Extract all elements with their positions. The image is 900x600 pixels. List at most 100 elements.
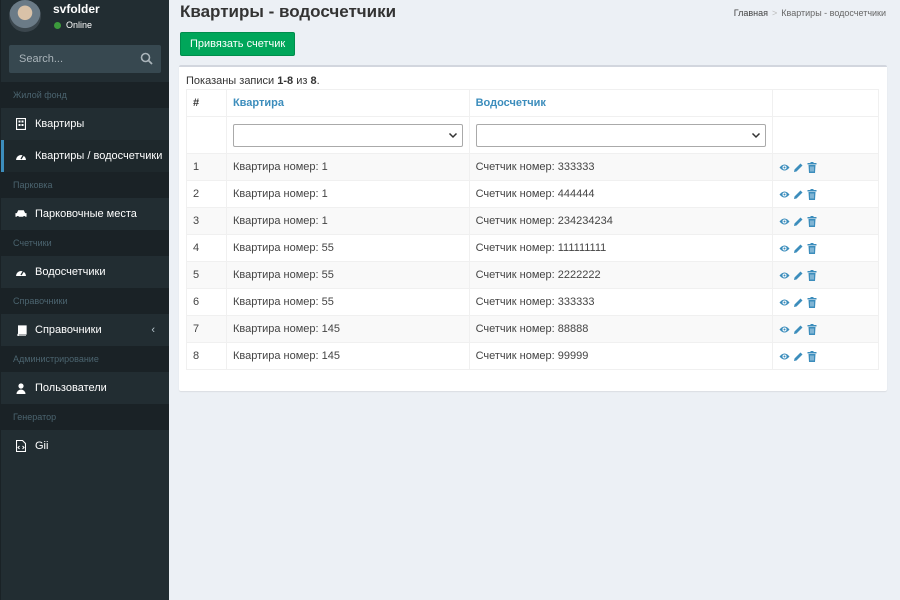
sidebar-search [9, 45, 161, 73]
table-row: 8 Квартира номер: 145 Счетчик номер: 99999 [186, 342, 879, 370]
sidebar-item-gii[interactable]: Gii [1, 430, 169, 462]
eye-icon[interactable] [779, 189, 790, 200]
sidebar-item-label: Квартиры / водосчетчики [35, 150, 163, 162]
sidebar-menu: Жилой фонд Квартиры Квартиры / водосчетч… [1, 82, 169, 462]
row-meter: Счетчик номер: 333333 [468, 288, 774, 316]
table-row: 2 Квартира номер: 1 Счетчик номер: 444444 [186, 180, 879, 208]
user-icon [15, 382, 27, 394]
row-actions [772, 288, 879, 316]
row-meter: Счетчик номер: 99999 [468, 342, 774, 370]
sidebar-item-flats-meters[interactable]: Квартиры / водосчетчики [1, 140, 169, 172]
table-filter-row [186, 116, 879, 154]
sidebar-item-label: Пользователи [35, 382, 107, 394]
breadcrumb-separator: > [772, 8, 778, 18]
pencil-icon[interactable] [793, 216, 804, 227]
eye-icon[interactable] [779, 351, 790, 362]
trash-icon[interactable] [807, 242, 818, 254]
row-flat: Квартира номер: 145 [225, 342, 470, 370]
sidebar-item-label: Водосчетчики [35, 266, 106, 278]
row-actions [772, 342, 879, 370]
row-actions [772, 261, 879, 289]
book-icon [15, 324, 27, 336]
user-name: svfolder [53, 2, 100, 16]
row-actions [772, 180, 879, 208]
row-num: 2 [186, 180, 227, 208]
page-title: Квартиры - водосчетчики [180, 2, 397, 21]
grid-box: Показаны записи 1-8 из 8. # Квартира Вод… [179, 65, 887, 391]
menu-header-parking: Парковка [1, 172, 169, 198]
column-header-num: # [186, 89, 227, 117]
table-row: 5 Квартира номер: 55 Счетчик номер: 222222… [186, 261, 879, 289]
row-num: 4 [186, 234, 227, 262]
user-status: Online [54, 20, 92, 30]
row-flat: Квартира номер: 55 [225, 234, 470, 262]
row-actions [772, 207, 879, 235]
trash-icon[interactable] [807, 323, 818, 335]
sidebar-item-label: Парковочные места [35, 208, 137, 220]
menu-header-admin: Администрирование [1, 346, 169, 372]
breadcrumb-current: Квартиры - водосчетчики [781, 8, 886, 18]
chevron-down-icon [751, 130, 761, 140]
meter-filter-select[interactable] [475, 123, 767, 147]
user-status-label: Online [66, 20, 93, 30]
row-flat: Квартира номер: 145 [225, 315, 470, 343]
sidebar: svfolder Online Жилой фонд Квартиры Квар… [0, 0, 169, 600]
data-table: # Квартира Водосчетчик 1 Квартира номер:… [186, 89, 879, 370]
column-header-actions [772, 89, 879, 117]
breadcrumb: Главная > Квартиры - водосчетчики [734, 8, 886, 18]
online-dot-icon [54, 21, 61, 29]
column-header-flat[interactable]: Квартира [225, 89, 470, 117]
table-row: 1 Квартира номер: 1 Счетчик номер: 333333 [186, 153, 879, 181]
menu-header-generator: Генератор [1, 404, 169, 430]
tachometer-icon [15, 266, 27, 278]
table-row: 3 Квартира номер: 1 Счетчик номер: 2342342… [186, 207, 879, 235]
eye-icon[interactable] [779, 243, 790, 254]
row-meter: Счетчик номер: 234234234 [468, 207, 774, 235]
row-meter: Счетчик номер: 111111111 [468, 234, 774, 262]
row-num: 7 [186, 315, 227, 343]
sidebar-item-parking[interactable]: Парковочные места [1, 198, 169, 230]
column-header-meter[interactable]: Водосчетчик [468, 89, 774, 117]
sidebar-item-users[interactable]: Пользователи [1, 372, 169, 404]
trash-icon[interactable] [807, 350, 818, 362]
row-flat: Квартира номер: 1 [225, 180, 470, 208]
search-icon[interactable] [139, 51, 155, 67]
sort-flat-link[interactable]: Квартира [233, 97, 284, 109]
bind-meter-button[interactable]: Привязать счетчик [180, 32, 296, 56]
pencil-icon[interactable] [793, 243, 804, 254]
row-flat: Квартира номер: 1 [225, 207, 470, 235]
eye-icon[interactable] [779, 162, 790, 173]
menu-header-refs: Справочники [1, 288, 169, 314]
sidebar-item-flats[interactable]: Квартиры [1, 108, 169, 140]
menu-header-housing: Жилой фонд [1, 82, 169, 108]
trash-icon[interactable] [807, 215, 818, 227]
eye-icon[interactable] [779, 324, 790, 335]
pencil-icon[interactable] [793, 162, 804, 173]
row-meter: Счетчик номер: 333333 [468, 153, 774, 181]
table-row: 6 Квартира номер: 55 Счетчик номер: 333333 [186, 288, 879, 316]
chevron-left-icon: ‹ [151, 324, 155, 336]
pencil-icon[interactable] [793, 189, 804, 200]
table-header-row: # Квартира Водосчетчик [186, 89, 879, 117]
eye-icon[interactable] [779, 270, 790, 281]
breadcrumb-home-link[interactable]: Главная [734, 8, 768, 18]
row-num: 6 [186, 288, 227, 316]
pencil-icon[interactable] [793, 351, 804, 362]
pencil-icon[interactable] [793, 270, 804, 281]
row-num: 8 [186, 342, 227, 370]
trash-icon[interactable] [807, 161, 818, 173]
eye-icon[interactable] [779, 297, 790, 308]
trash-icon[interactable] [807, 269, 818, 281]
trash-icon[interactable] [807, 296, 818, 308]
pencil-icon[interactable] [793, 297, 804, 308]
trash-icon[interactable] [807, 188, 818, 200]
row-flat: Квартира номер: 1 [225, 153, 470, 181]
flat-filter-select[interactable] [232, 123, 463, 147]
menu-header-meters: Счетчики [1, 230, 169, 256]
eye-icon[interactable] [779, 216, 790, 227]
sidebar-item-meters[interactable]: Водосчетчики [1, 256, 169, 288]
sort-meter-link[interactable]: Водосчетчик [476, 97, 546, 109]
sidebar-item-refs[interactable]: Справочники ‹ [1, 314, 169, 346]
row-num: 1 [186, 153, 227, 181]
pencil-icon[interactable] [793, 324, 804, 335]
